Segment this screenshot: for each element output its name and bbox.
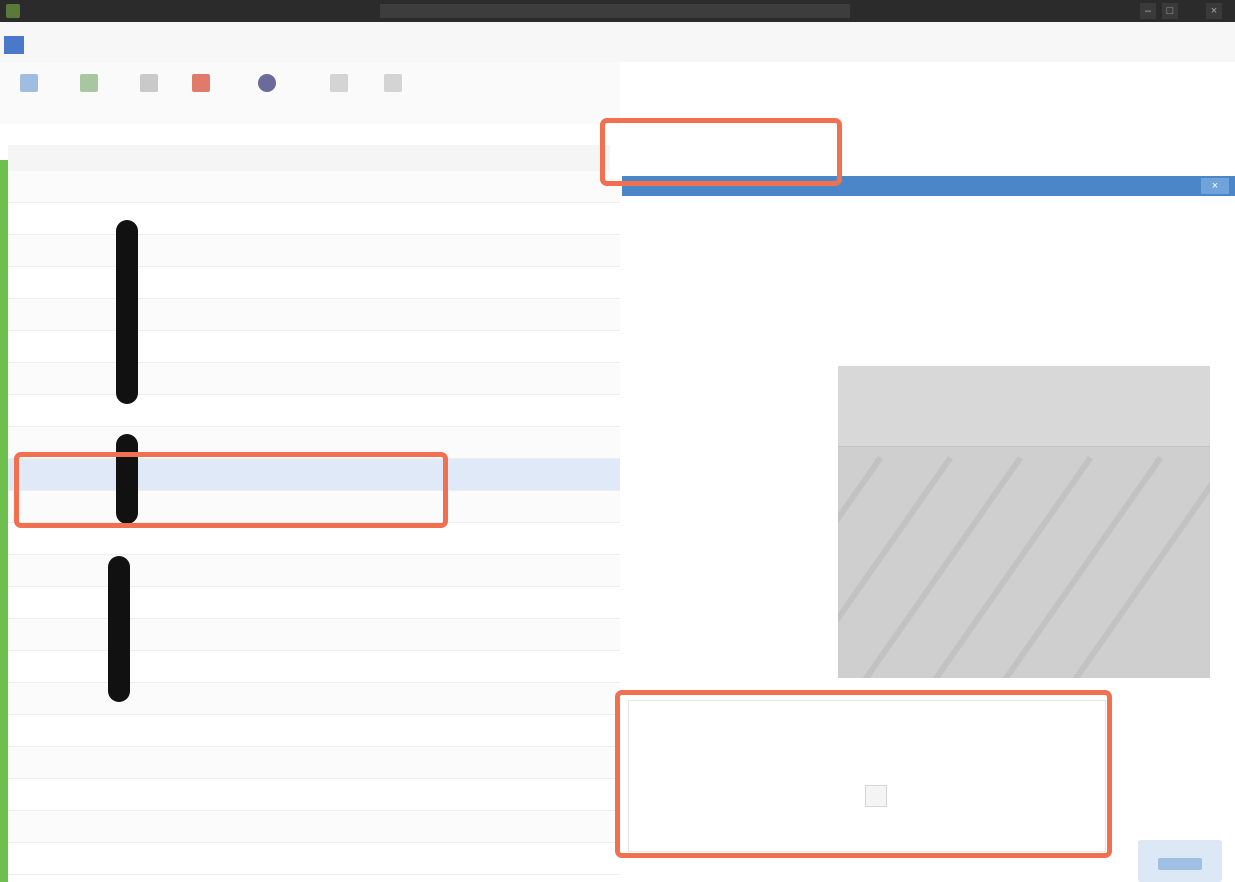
table-row[interactable] <box>8 747 620 779</box>
tool-button[interactable] <box>370 74 416 96</box>
ok-button[interactable] <box>1138 840 1222 882</box>
maximize-icon[interactable]: □ <box>1162 3 1178 19</box>
table-row[interactable] <box>8 715 620 747</box>
highlight-annotation <box>14 452 448 528</box>
copy-icon <box>140 74 158 92</box>
tool-button[interactable] <box>6 74 52 96</box>
table-row[interactable] <box>8 171 620 203</box>
table-row[interactable] <box>8 587 620 619</box>
minimize-icon[interactable]: – <box>1140 3 1156 19</box>
table-row[interactable] <box>8 267 620 299</box>
highlight-annotation <box>615 690 1112 858</box>
user-icon <box>258 74 276 92</box>
table-row[interactable] <box>8 619 620 651</box>
side-accent-bar <box>0 160 8 882</box>
preview-header <box>838 366 1210 447</box>
redaction-bar <box>116 220 138 404</box>
menu-item-file[interactable] <box>4 36 24 54</box>
tool-button[interactable] <box>126 74 172 96</box>
table-row[interactable] <box>8 203 620 235</box>
table-row[interactable] <box>8 651 620 683</box>
redaction-bar <box>108 556 130 702</box>
menu-item[interactable] <box>110 36 130 54</box>
tool-button[interactable] <box>244 74 290 96</box>
tool-button[interactable] <box>316 74 362 96</box>
title-bar: – □ × <box>0 0 1235 22</box>
window-title <box>380 4 850 18</box>
menu-item[interactable] <box>248 36 268 54</box>
menu-bar <box>0 22 1235 62</box>
table-row[interactable] <box>8 235 620 267</box>
table-row[interactable] <box>8 331 620 363</box>
open-icon <box>20 74 38 92</box>
ribbon-toolbar <box>0 62 620 124</box>
properties-panel <box>622 196 822 686</box>
grid-header <box>8 145 620 172</box>
table-row[interactable] <box>8 843 620 875</box>
table-row[interactable] <box>8 683 620 715</box>
close-icon[interactable]: × <box>1206 3 1222 19</box>
table-row[interactable] <box>8 395 620 427</box>
table-row[interactable] <box>8 555 620 587</box>
highlight-annotation <box>600 118 842 186</box>
close-icon[interactable]: × <box>1201 178 1229 194</box>
arrow-icon <box>330 74 348 92</box>
table-row[interactable] <box>8 779 620 811</box>
delete-icon <box>192 74 210 92</box>
preview-image <box>838 366 1210 678</box>
app-icon <box>6 4 20 18</box>
details-panel <box>828 196 1235 686</box>
tool-button[interactable] <box>66 74 112 96</box>
table-row[interactable] <box>8 363 620 395</box>
info-icon <box>384 74 402 92</box>
tool-button[interactable] <box>178 74 224 96</box>
menu-item[interactable] <box>176 36 196 54</box>
save-icon <box>80 74 98 92</box>
table-row[interactable] <box>8 299 620 331</box>
table-row[interactable] <box>8 811 620 843</box>
